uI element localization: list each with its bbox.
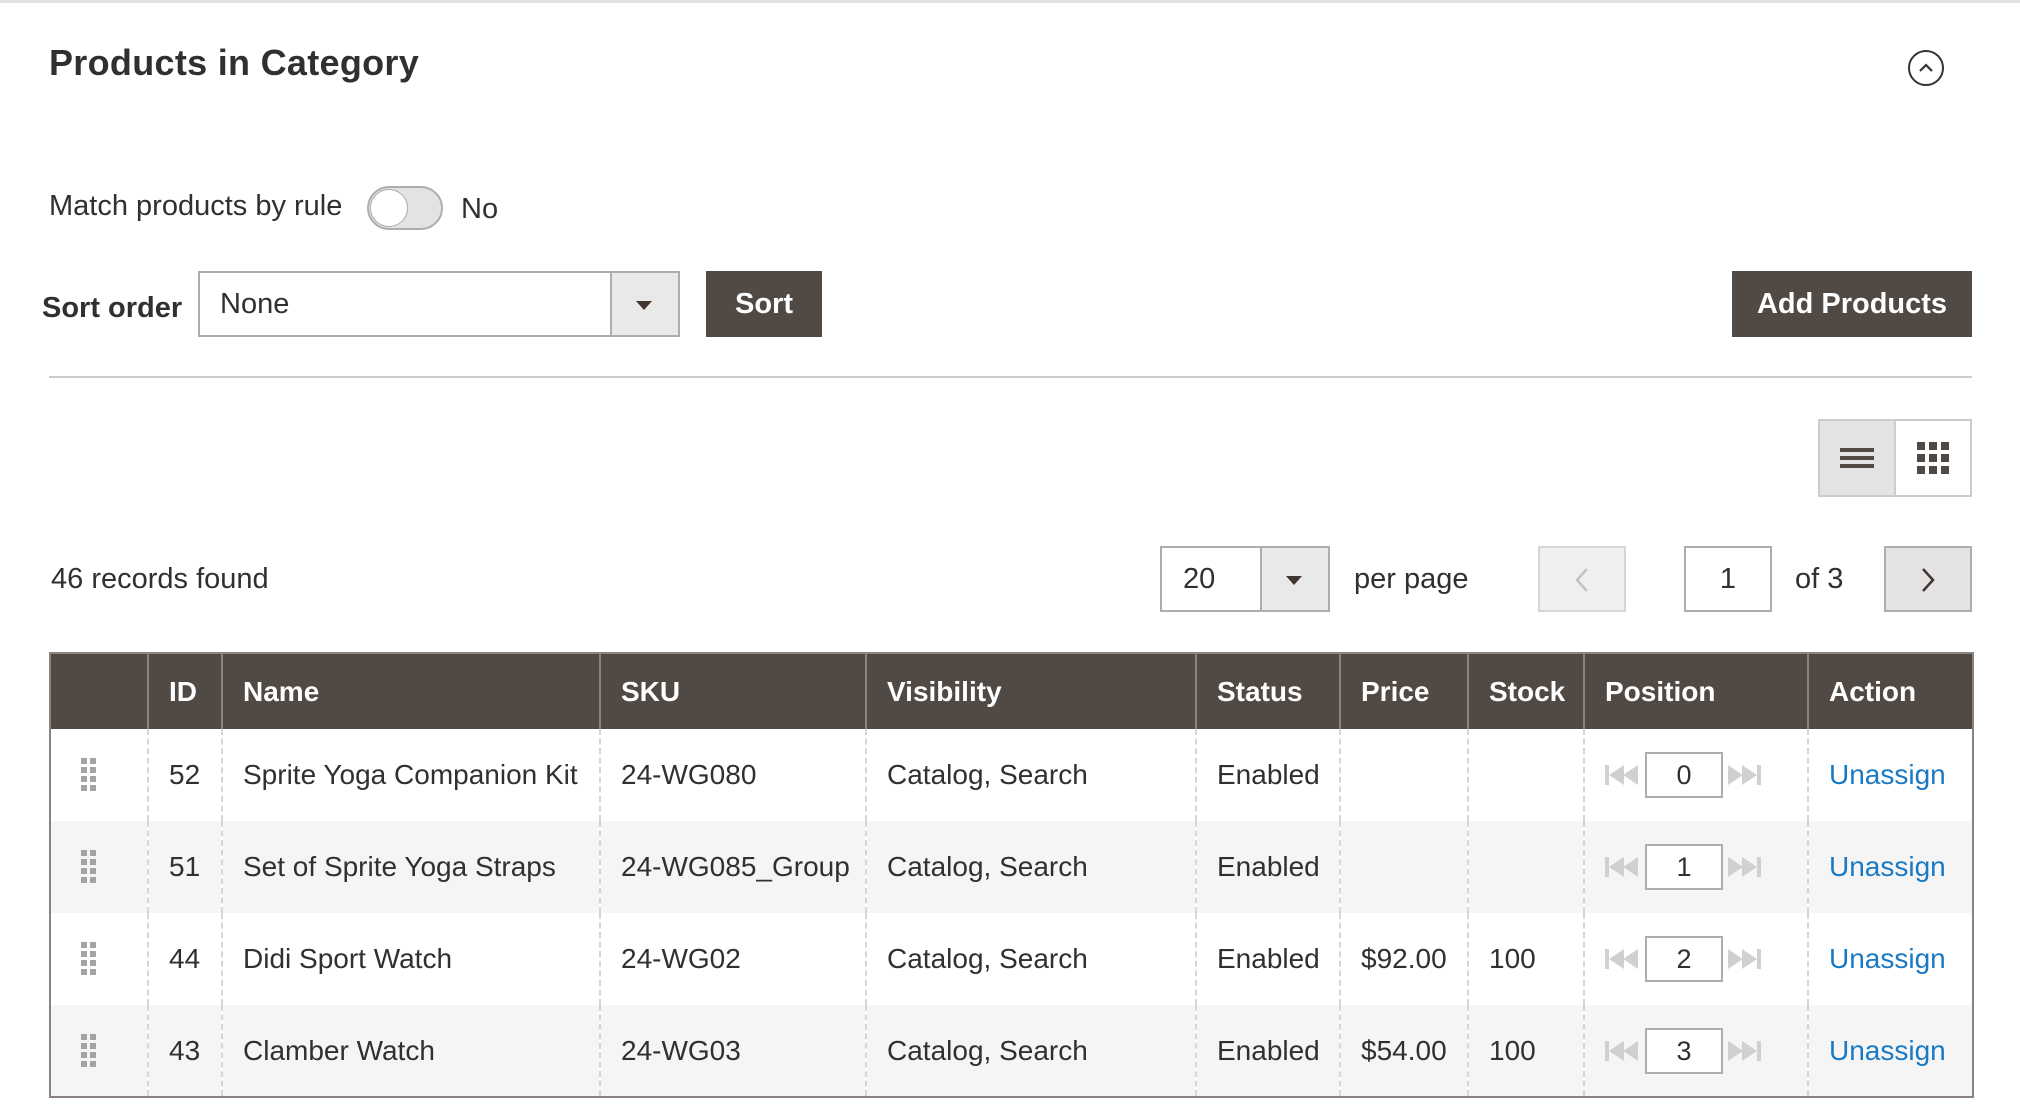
cell-status: Enabled xyxy=(1195,729,1340,821)
chevron-left-icon xyxy=(1575,568,1588,592)
column-header-visibility[interactable]: Visibility xyxy=(865,653,1196,729)
divider xyxy=(49,376,1972,378)
column-header-action: Action xyxy=(1807,653,1973,729)
match-by-rule-label: Match products by rule xyxy=(49,190,343,222)
section-title: Products in Category xyxy=(49,42,420,83)
cell-visibility: Catalog, Search xyxy=(865,729,1196,821)
records-found: 46 records found xyxy=(51,563,269,595)
chevron-right-icon xyxy=(1922,568,1935,592)
position-input[interactable]: 1 xyxy=(1645,844,1723,890)
cell-id: 44 xyxy=(147,913,222,1005)
sort-order-select[interactable]: None xyxy=(198,271,680,337)
chevron-down-icon xyxy=(636,301,652,310)
per-page-select[interactable]: 20 xyxy=(1160,546,1330,612)
table-row: 51 Set of Sprite Yoga Straps 24-WG085_Gr… xyxy=(50,821,1973,913)
move-to-top-icon[interactable] xyxy=(1605,764,1641,786)
sort-button[interactable]: Sort xyxy=(706,271,822,337)
unassign-link[interactable]: Unassign xyxy=(1829,851,1946,882)
per-page-label: per page xyxy=(1354,563,1469,595)
sort-order-label: Sort order xyxy=(42,292,183,324)
sort-order-value: None xyxy=(220,288,290,320)
move-to-bottom-icon[interactable] xyxy=(1727,1040,1763,1062)
grid-view-button[interactable] xyxy=(1896,421,1970,495)
add-products-button[interactable]: Add Products xyxy=(1732,271,1972,337)
cell-stock xyxy=(1467,729,1584,821)
chevron-up-icon xyxy=(1919,63,1933,72)
next-page-button[interactable] xyxy=(1884,546,1972,612)
cell-sku: 24-WG03 xyxy=(599,1005,866,1097)
match-by-rule-toggle[interactable] xyxy=(367,186,443,230)
per-page-dropdown-arrow[interactable] xyxy=(1260,548,1328,610)
cell-sku: 24-WG02 xyxy=(599,913,866,1005)
view-switcher xyxy=(1818,419,1972,497)
cell-id: 52 xyxy=(147,729,222,821)
list-view-icon xyxy=(1840,448,1874,468)
cell-status: Enabled xyxy=(1195,1005,1340,1097)
move-to-top-icon[interactable] xyxy=(1605,948,1641,970)
table-row: 43 Clamber Watch 24-WG03 Catalog, Search… xyxy=(50,1005,1973,1097)
column-header-stock[interactable]: Stock xyxy=(1467,653,1584,729)
previous-page-button[interactable] xyxy=(1538,546,1626,612)
collapse-section-button[interactable] xyxy=(1908,50,1944,86)
cell-id: 51 xyxy=(147,821,222,913)
drag-handle-icon[interactable] xyxy=(81,1033,97,1068)
grid-view-icon xyxy=(1917,442,1949,474)
drag-handle-icon[interactable] xyxy=(81,850,97,884)
cell-visibility: Catalog, Search xyxy=(865,1005,1196,1097)
table-row: 44 Didi Sport Watch 24-WG02 Catalog, Sea… xyxy=(50,913,1973,1005)
cell-visibility: Catalog, Search xyxy=(865,821,1196,913)
current-page-input[interactable]: 1 xyxy=(1684,546,1772,612)
cell-price: $92.00 xyxy=(1339,913,1468,1005)
move-to-top-icon[interactable] xyxy=(1605,1040,1641,1062)
move-to-top-icon[interactable] xyxy=(1605,856,1641,878)
cell-stock xyxy=(1467,821,1584,913)
drag-handle-icon[interactable] xyxy=(81,942,97,976)
sort-order-dropdown-arrow[interactable] xyxy=(610,273,678,335)
cell-visibility: Catalog, Search xyxy=(865,913,1196,1005)
drag-handle-icon[interactable] xyxy=(81,758,97,792)
toggle-knob xyxy=(370,189,408,227)
unassign-link[interactable]: Unassign xyxy=(1829,1035,1946,1066)
position-input[interactable]: 0 xyxy=(1645,752,1723,798)
products-grid: ID Name SKU Visibility Status Price Stoc… xyxy=(49,652,1974,1098)
cell-sku: 24-WG085_Group xyxy=(599,821,866,913)
column-header-drag xyxy=(50,653,148,729)
cell-status: Enabled xyxy=(1195,913,1340,1005)
unassign-link[interactable]: Unassign xyxy=(1829,943,1946,974)
table-header-row: ID Name SKU Visibility Status Price Stoc… xyxy=(50,653,1973,729)
column-header-name[interactable]: Name xyxy=(221,653,600,729)
column-header-position[interactable]: Position xyxy=(1583,653,1808,729)
list-view-button[interactable] xyxy=(1820,421,1896,495)
column-header-id[interactable]: ID xyxy=(147,653,222,729)
cell-id: 43 xyxy=(147,1005,222,1097)
per-page-value: 20 xyxy=(1183,563,1216,595)
cell-stock: 100 xyxy=(1467,1005,1584,1097)
column-header-price[interactable]: Price xyxy=(1339,653,1468,729)
cell-name: Didi Sport Watch xyxy=(221,913,600,1005)
column-header-status[interactable]: Status xyxy=(1195,653,1340,729)
column-header-sku[interactable]: SKU xyxy=(599,653,866,729)
move-to-bottom-icon[interactable] xyxy=(1727,764,1763,786)
cell-price xyxy=(1339,821,1468,913)
cell-stock: 100 xyxy=(1467,913,1584,1005)
cell-price xyxy=(1339,729,1468,821)
unassign-link[interactable]: Unassign xyxy=(1829,759,1946,790)
cell-price: $54.00 xyxy=(1339,1005,1468,1097)
top-border xyxy=(0,0,2020,3)
cell-name: Clamber Watch xyxy=(221,1005,600,1097)
move-to-bottom-icon[interactable] xyxy=(1727,948,1763,970)
table-row: 52 Sprite Yoga Companion Kit 24-WG080 Ca… xyxy=(50,729,1973,821)
match-by-rule-state: No xyxy=(461,193,499,225)
cell-sku: 24-WG080 xyxy=(599,729,866,821)
cell-name: Sprite Yoga Companion Kit xyxy=(221,729,600,821)
position-input[interactable]: 2 xyxy=(1645,936,1723,982)
chevron-down-icon xyxy=(1286,576,1302,585)
move-to-bottom-icon[interactable] xyxy=(1727,856,1763,878)
total-pages-label: of 3 xyxy=(1795,563,1844,595)
cell-name: Set of Sprite Yoga Straps xyxy=(221,821,600,913)
position-input[interactable]: 3 xyxy=(1645,1027,1723,1074)
cell-status: Enabled xyxy=(1195,821,1340,913)
